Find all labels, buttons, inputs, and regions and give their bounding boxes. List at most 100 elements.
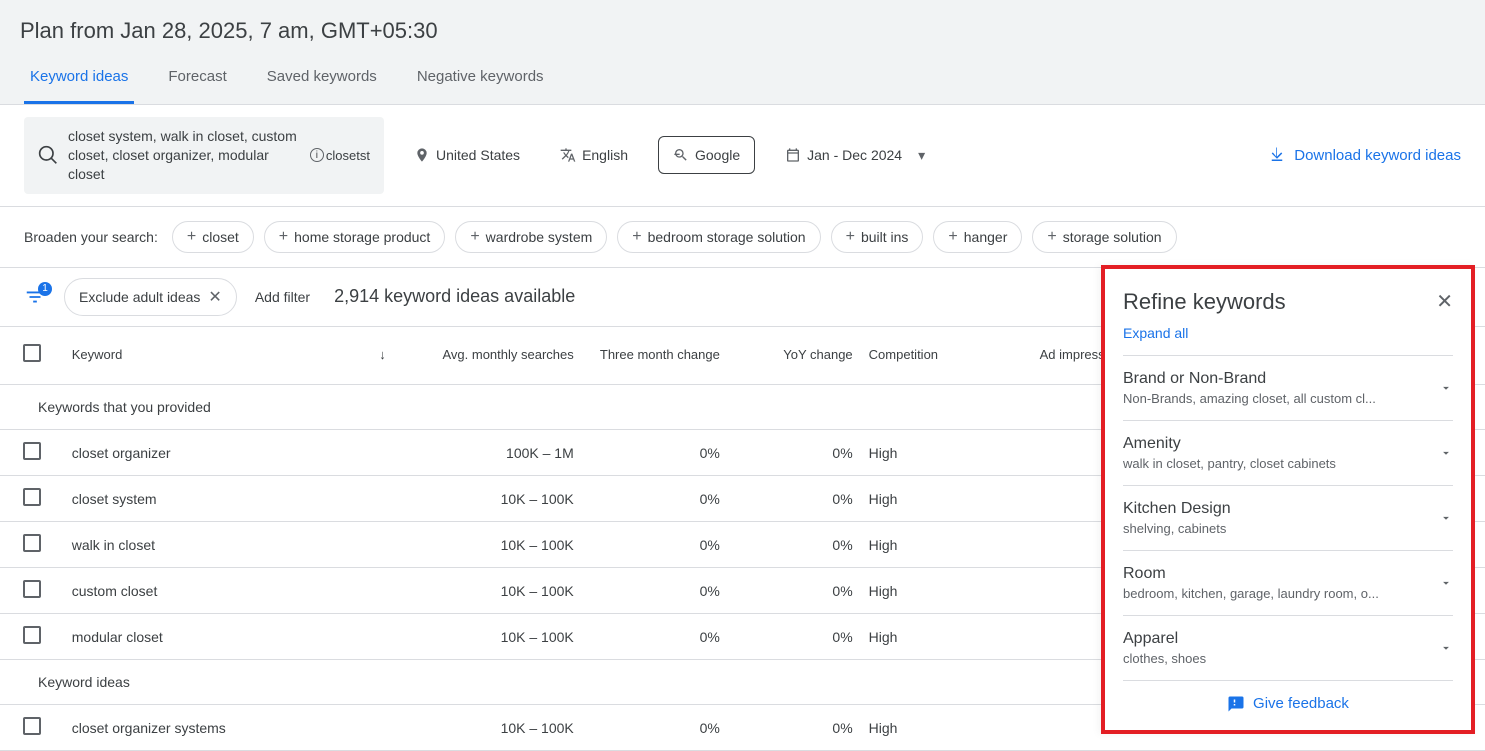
cell-three: 0% bbox=[582, 430, 728, 476]
refine-group-title: Apparel bbox=[1123, 630, 1206, 648]
chevron-down-icon bbox=[1439, 446, 1453, 460]
network-icon bbox=[673, 147, 689, 163]
download-button[interactable]: Download keyword ideas bbox=[1268, 146, 1461, 164]
broaden-chip[interactable]: +bedroom storage solution bbox=[617, 221, 820, 253]
broaden-chip[interactable]: +closet bbox=[172, 221, 254, 253]
cell-avg: 10K – 100K bbox=[409, 614, 582, 660]
refine-group-title: Brand or Non-Brand bbox=[1123, 370, 1376, 388]
refine-group[interactable]: Roombedroom, kitchen, garage, laundry ro… bbox=[1123, 550, 1453, 615]
cell-keyword: closet organizer systems bbox=[64, 705, 409, 751]
cell-three: 0% bbox=[582, 476, 728, 522]
refine-group-sub: shelving, cabinets bbox=[1123, 521, 1231, 536]
row-checkbox[interactable] bbox=[23, 717, 41, 735]
col-avg[interactable]: Avg. monthly searches bbox=[409, 327, 582, 385]
refine-group[interactable]: Apparel clothes, shoes bbox=[1123, 615, 1453, 680]
tabs: Keyword ideas Forecast Saved keywords Ne… bbox=[0, 52, 1485, 105]
cell-yoy: 0% bbox=[728, 705, 861, 751]
refine-title: Refine keywords bbox=[1123, 289, 1286, 315]
refine-group-sub: walk in closet, pantry, closet cabinets bbox=[1123, 456, 1336, 471]
plus-icon: + bbox=[470, 229, 479, 245]
cell-three: 0% bbox=[582, 705, 728, 751]
plus-icon: + bbox=[948, 229, 957, 245]
cell-yoy: 0% bbox=[728, 430, 861, 476]
cell-comp: High bbox=[861, 522, 1007, 568]
col-keyword[interactable]: Keyword bbox=[64, 327, 356, 385]
broaden-chip[interactable]: +storage solution bbox=[1032, 221, 1176, 253]
select-all-checkbox[interactable] bbox=[23, 344, 41, 362]
plus-icon: + bbox=[632, 229, 641, 245]
row-checkbox[interactable] bbox=[23, 580, 41, 598]
main-area: 1 Exclude adult ideas ✕ Add filter 2,914… bbox=[0, 268, 1485, 751]
broaden-label: Broaden your search: bbox=[24, 229, 158, 245]
cell-yoy: 0% bbox=[728, 522, 861, 568]
config-row: closet system, walk in closet, custom cl… bbox=[0, 105, 1485, 207]
cell-three: 0% bbox=[582, 614, 728, 660]
row-checkbox[interactable] bbox=[23, 442, 41, 460]
location-selector[interactable]: United States bbox=[404, 141, 530, 169]
feedback-icon bbox=[1227, 695, 1245, 713]
broaden-chip[interactable]: +hanger bbox=[933, 221, 1022, 253]
tab-negative-keywords[interactable]: Negative keywords bbox=[411, 52, 550, 104]
tab-saved-keywords[interactable]: Saved keywords bbox=[261, 52, 383, 104]
cell-avg: 100K – 1M bbox=[409, 430, 582, 476]
cell-comp: High bbox=[861, 476, 1007, 522]
title-bar: Plan from Jan 28, 2025, 7 am, GMT+05:30 bbox=[0, 0, 1485, 52]
refine-group[interactable]: Amenity walk in closet, pantry, closet ca… bbox=[1123, 420, 1453, 485]
network-selector[interactable]: Google bbox=[658, 136, 755, 174]
row-checkbox[interactable] bbox=[23, 488, 41, 506]
expand-all-link[interactable]: Expand all bbox=[1123, 325, 1188, 355]
row-checkbox[interactable] bbox=[23, 626, 41, 644]
refine-group-sub: bedroom, kitchen, garage, laundry room, … bbox=[1123, 586, 1379, 601]
plus-icon: + bbox=[846, 229, 855, 245]
tab-forecast[interactable]: Forecast bbox=[162, 52, 232, 104]
refine-group-title: Kitchen Design bbox=[1123, 500, 1231, 518]
info-icon: i bbox=[310, 148, 324, 162]
col-yoy[interactable]: YoY change bbox=[728, 327, 861, 385]
close-icon[interactable]: ✕ bbox=[208, 287, 221, 307]
search-box[interactable]: closet system, walk in closet, custom cl… bbox=[24, 117, 384, 194]
give-feedback-link[interactable]: Give feedback bbox=[1227, 695, 1349, 713]
broaden-row: Broaden your search: +closet +home stora… bbox=[0, 207, 1485, 268]
cell-comp: High bbox=[861, 430, 1007, 476]
filter-icon[interactable]: 1 bbox=[24, 286, 46, 308]
chevron-down-icon bbox=[1439, 511, 1453, 525]
cell-comp: High bbox=[861, 568, 1007, 614]
broaden-chip[interactable]: +home storage product bbox=[264, 221, 446, 253]
refine-group[interactable]: Kitchen Design shelving, cabinets bbox=[1123, 485, 1453, 550]
exclude-adult-chip[interactable]: Exclude adult ideas ✕ bbox=[64, 278, 237, 316]
cell-keyword: modular closet bbox=[64, 614, 409, 660]
plus-icon: + bbox=[1047, 229, 1056, 245]
search-terms: closet system, walk in closet, custom cl… bbox=[68, 127, 300, 184]
tab-keyword-ideas[interactable]: Keyword ideas bbox=[24, 52, 134, 104]
plus-icon: + bbox=[187, 229, 196, 245]
cell-three: 0% bbox=[582, 522, 728, 568]
cell-keyword: closet organizer bbox=[64, 430, 409, 476]
page-title: Plan from Jan 28, 2025, 7 am, GMT+05:30 bbox=[20, 18, 1465, 44]
site-pill[interactable]: iclosetst bbox=[310, 148, 370, 163]
col-competition[interactable]: Competition bbox=[861, 327, 1007, 385]
cell-avg: 10K – 100K bbox=[409, 705, 582, 751]
sort-icon[interactable]: ↓ bbox=[356, 327, 409, 385]
plus-icon: + bbox=[279, 229, 288, 245]
download-icon bbox=[1268, 146, 1286, 164]
cell-keyword: walk in closet bbox=[64, 522, 409, 568]
filter-badge: 1 bbox=[38, 282, 52, 296]
add-filter-button[interactable]: Add filter bbox=[255, 289, 310, 305]
location-icon bbox=[414, 147, 430, 163]
language-selector[interactable]: English bbox=[550, 141, 638, 169]
refine-group[interactable]: Brand or Non-BrandNon-Brands, amazing cl… bbox=[1123, 355, 1453, 420]
cell-three: 0% bbox=[582, 568, 728, 614]
refine-group-title: Amenity bbox=[1123, 435, 1336, 453]
col-three-month[interactable]: Three month change bbox=[582, 327, 728, 385]
broaden-chip[interactable]: +built ins bbox=[831, 221, 924, 253]
broaden-chip[interactable]: +wardrobe system bbox=[455, 221, 607, 253]
cell-avg: 10K – 100K bbox=[409, 476, 582, 522]
cell-yoy: 0% bbox=[728, 614, 861, 660]
date-range-selector[interactable]: Jan - Dec 2024 ▾ bbox=[775, 141, 935, 170]
refine-group-sub: clothes, shoes bbox=[1123, 651, 1206, 666]
cell-avg: 10K – 100K bbox=[409, 522, 582, 568]
close-icon[interactable]: ✕ bbox=[1436, 289, 1453, 314]
row-checkbox[interactable] bbox=[23, 534, 41, 552]
chevron-down-icon bbox=[1439, 576, 1453, 590]
cell-comp: High bbox=[861, 705, 1007, 751]
